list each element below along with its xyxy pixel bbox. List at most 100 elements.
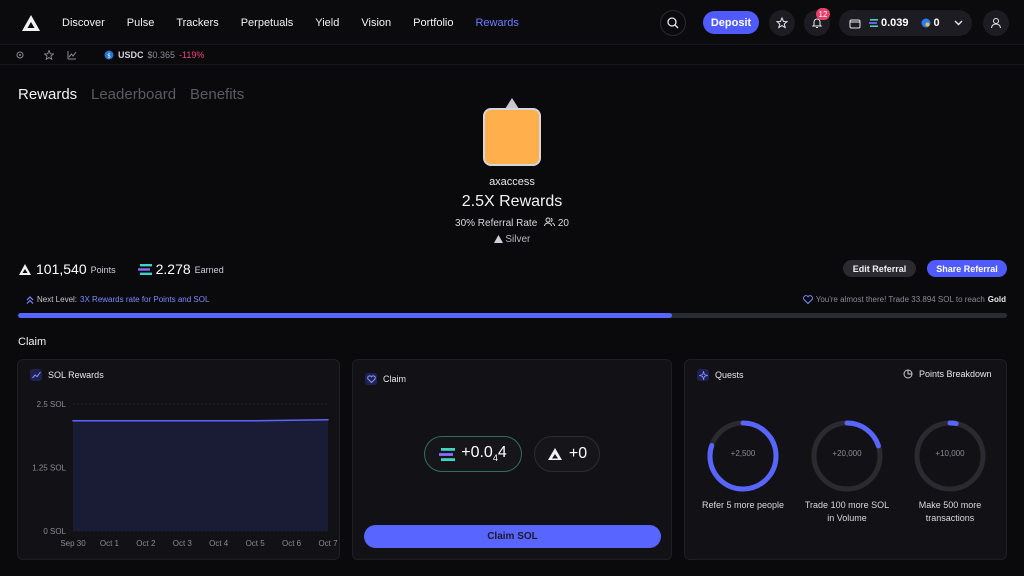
tab-rewards[interactable]: Rewards <box>18 86 77 103</box>
avatar-image <box>483 108 541 166</box>
x-tick-label: Oct 3 <box>173 539 193 548</box>
progress-hint-text: You're almost there! Trade 33.894 SOL to… <box>815 295 985 304</box>
earned-value: 2.278 <box>155 261 191 277</box>
nav-link-pulse[interactable]: Pulse <box>127 17 155 29</box>
ticker-change: -119% <box>179 50 205 60</box>
star-icon[interactable] <box>44 50 54 60</box>
nav-link-vision[interactable]: Vision <box>361 17 391 29</box>
series-line <box>73 418 329 422</box>
nav-links: Discover Pulse Trackers Perpetuals Yield Visi… <box>62 0 541 45</box>
user-icon <box>991 18 1001 29</box>
sol-rewards-panel: SOL Rewards 2.5 SOL 1.25 SOL 0 SOL Sep 30 Oc… <box>17 359 340 560</box>
wallet-sol-balance: 0.039 <box>881 17 909 29</box>
quest-reward: +2,500 <box>730 449 756 458</box>
points-label: Points <box>90 265 116 275</box>
quests-title: Quests <box>715 370 744 380</box>
claim-panel-title: Claim <box>383 374 407 384</box>
points-claim-value: +0 <box>568 445 588 462</box>
users-icon <box>544 217 556 227</box>
token-icon <box>921 18 931 28</box>
earned-label: Earned <box>194 265 224 275</box>
tab-leaderboard[interactable]: Leaderboard <box>91 86 176 103</box>
account-button[interactable] <box>983 10 1009 36</box>
search-button[interactable] <box>660 10 686 36</box>
wallet-icon <box>849 19 861 28</box>
quest-description: Make 500 more transactions <box>918 500 982 523</box>
quests-panel: Quests Points Breakdown +2,500 Refer 5 mo… <box>684 359 1007 560</box>
series-area <box>73 419 328 531</box>
data-point <box>108 419 111 422</box>
points-breakdown-label: Points Breakdown <box>919 369 992 379</box>
ticker-usdc[interactable]: $ USDC $0.365 -119% <box>104 50 204 60</box>
points-summary: 101,540 Points 2.278 Earned <box>18 261 224 277</box>
top-nav: Discover Pulse Trackers Perpetuals Yield Visi… <box>0 0 1024 45</box>
claim-panel: Claim +0.044 +0 Claim SOL <box>352 359 672 560</box>
nav-link-portfolio[interactable]: Portfolio <box>413 17 453 29</box>
chevron-down-icon <box>954 20 963 26</box>
wallet-button[interactable]: 0.039 0 <box>839 10 972 36</box>
sol-icon <box>869 19 878 27</box>
search-icon <box>667 17 679 29</box>
edit-referral-button[interactable]: Edit Referral <box>843 260 916 277</box>
data-point <box>327 418 329 421</box>
nav-link-rewards[interactable]: Rewards <box>475 17 518 29</box>
sol-icon <box>439 447 456 461</box>
nav-link-trackers[interactable]: Trackers <box>176 17 218 29</box>
ticker-symbol: USDC <box>118 50 144 60</box>
quest-item[interactable]: +20,000 Trade 100 more SOL in Volume <box>797 419 897 525</box>
points-breakdown-link[interactable]: Points Breakdown <box>903 369 992 379</box>
quest-reward: +10,000 <box>935 449 965 458</box>
points-value: 101,540 <box>36 261 87 277</box>
x-tick-label: Oct 4 <box>209 539 229 548</box>
watchlist-button[interactable] <box>769 10 795 36</box>
settings-icon[interactable] <box>15 50 25 60</box>
tier-name: Silver <box>505 234 531 245</box>
points-icon <box>547 448 562 460</box>
avatar <box>483 98 541 168</box>
sol-claim-amount: +0.044 <box>424 436 522 472</box>
y-tick-label: 1.25 SOL <box>32 464 66 473</box>
pie-icon <box>903 369 913 379</box>
notification-count-badge: 12 <box>816 8 830 20</box>
quest-description: Refer 5 more people <box>701 500 785 510</box>
tab-benefits[interactable]: Benefits <box>190 86 244 103</box>
sol-icon <box>137 263 152 275</box>
referral-rate: 30% Referral Rate <box>455 218 538 229</box>
referral-count: 20 <box>557 218 569 229</box>
usdc-icon: $ <box>104 50 114 60</box>
quest-reward: +20,000 <box>832 449 862 458</box>
data-point <box>217 419 220 422</box>
next-level-label: Next Level: <box>37 295 78 304</box>
ticker-price: $0.365 <box>147 50 176 60</box>
tier-label: Silver <box>0 234 1024 245</box>
level-progress-fill <box>18 313 672 318</box>
x-tick-label: Oct 5 <box>246 539 266 548</box>
level-progress-bar <box>18 313 1007 318</box>
data-point <box>290 419 293 422</box>
progress-hint: You're almost there! Trade 33.894 SOL to… <box>802 295 1006 304</box>
points-claim-amount: +0 <box>534 436 600 472</box>
quests-header: Quests <box>697 369 744 381</box>
chevrons-up-icon <box>26 295 34 304</box>
quest-item[interactable]: +10,000 Make 500 more transactions <box>900 419 1000 525</box>
y-tick-label: 2.5 SOL <box>37 400 67 409</box>
heart-icon <box>802 295 813 304</box>
nav-link-discover[interactable]: Discover <box>62 17 105 29</box>
sol-rewards-chart: 2.5 SOL 1.25 SOL 0 SOL Sep 30 Oct 1 Oct 2 Oct … <box>32 400 338 548</box>
logo-icon[interactable] <box>21 14 41 32</box>
deposit-button[interactable]: Deposit <box>703 11 759 34</box>
quest-item[interactable]: +2,500 Refer 5 more people <box>693 419 793 512</box>
target-tier: Gold <box>987 295 1006 304</box>
chart-icon[interactable] <box>67 50 77 60</box>
referral-info: 30% Referral Rate 20 <box>0 217 1024 229</box>
share-referral-button[interactable]: Share Referral <box>927 260 1007 277</box>
next-level-text: 3X Rewards rate for Points and SOL <box>80 295 210 304</box>
sol-claim-value: +0.044 <box>461 444 507 464</box>
nav-link-yield[interactable]: Yield <box>315 17 339 29</box>
data-point <box>254 419 256 422</box>
x-tick-label: Oct 6 <box>282 539 302 548</box>
claim-sol-button[interactable]: Claim SOL <box>364 525 661 548</box>
data-point <box>72 419 74 422</box>
nav-link-perpetuals[interactable]: Perpetuals <box>241 17 294 29</box>
claim-heading: Claim <box>18 336 47 348</box>
